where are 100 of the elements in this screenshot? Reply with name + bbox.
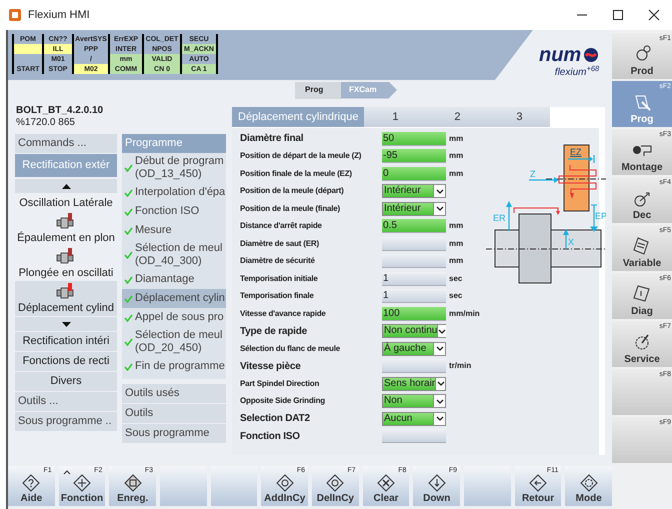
scroll-up-button[interactable] [15,179,117,193]
axis-label: X [568,237,574,247]
key-label: Mode [576,493,602,505]
up-triangle-icon [62,184,70,188]
key-label: Montage [621,162,663,174]
axis-label: ER [492,213,506,223]
field-label: Fonction ISO [240,430,301,444]
command-item[interactable]: Plongée en oscillati [18,265,114,281]
key-label: DelInCy [316,493,354,505]
field-label: Diamètre de sécurité [240,255,316,268]
program-button[interactable]: Outils [122,404,226,423]
input-field[interactable] [382,429,446,444]
field-label: Position de la meule (départ) [240,185,345,198]
input-field[interactable]: 100 [382,306,446,321]
field-label: Distance d'arrêt rapide [240,220,323,232]
step-title: Déplacement cylin [135,292,225,305]
program-header: Programme [122,134,226,153]
program-number: %1720.0 865 [16,117,76,129]
dropdown[interactable]: Aucun [382,412,446,426]
breadcrumb-item[interactable]: Prog [295,82,341,98]
dropdown[interactable]: Sens horair [382,376,446,391]
input-field[interactable] [382,359,446,374]
input-field[interactable]: 0.5 [382,219,446,234]
product-logo-text: flexium$^{+68}$ [554,68,600,78]
step-title: Fonction ISO [135,205,200,218]
down-triangle-icon [62,322,70,326]
command-item[interactable]: Épaulement en plon [17,230,115,246]
field-label: Type de rapide [240,324,308,339]
dropdown[interactable]: Intérieur [382,184,446,198]
command-button[interactable]: Sous programme .. [15,412,117,431]
command-button[interactable]: Fonctions de recti [15,352,117,371]
function-key[interactable]: Mode [565,466,612,506]
field-label: Diamètre final [240,132,304,146]
unit-label: mm [449,150,464,162]
step-detail: (OD_40_300) [135,255,203,268]
window-title: Flexium HMI [28,8,90,23]
input-field[interactable]: 1 [382,289,446,304]
chevron-down-icon [438,328,446,334]
input-field[interactable]: 50 [382,132,446,146]
input-field[interactable] [382,236,446,251]
blank-function-key[interactable] [464,466,511,506]
brand-logo-text: num [539,45,582,65]
down-icon [428,474,446,492]
field-label: Opposite Side Grinding [240,395,326,408]
field-label: Selection DAT2 [240,412,311,426]
dropdown-value: Sens horair [383,378,436,389]
field-label: Position de départ de la meule (Z) [240,150,362,162]
close-icon [648,10,660,20]
dropdown-value: Intérieur [383,186,422,196]
tab[interactable]: 2 [426,107,488,127]
key-label: AddInCy [264,493,306,505]
blank-function-key[interactable] [210,466,258,506]
step-title: Mesure [135,224,172,237]
input-field[interactable]: 1 [382,272,446,286]
command-button[interactable]: Rectification intéri [15,332,117,351]
program-step[interactable]: Déplacement cylin [122,289,226,308]
field-label: Vitesse pièce [240,360,302,374]
unit-label: sec [449,290,462,302]
key-label: Variable [622,258,662,270]
save-icon [124,474,142,492]
input-field[interactable]: -95 [382,149,446,164]
command-button[interactable]: Outils ... [15,392,117,411]
key-label: Aide [20,493,42,505]
command-item[interactable]: Déplacement cylind [18,300,114,316]
step-detail: (OD_13_450) [135,168,203,181]
key-label: Service [624,354,660,366]
dropdown-value: Intérieur [383,204,422,214]
field-label: Temporisation finale [240,290,315,302]
tab[interactable]: 1 [364,107,426,127]
key-label: Prod [630,66,654,78]
dropdown-value: À gauche [383,344,428,354]
dropdown[interactable]: Non [382,394,446,408]
unit-label: sec [449,272,462,285]
tab[interactable]: 3 [488,107,550,127]
scroll-down-button[interactable] [15,317,117,331]
blank-function-key[interactable] [160,466,207,506]
key-label: Retour [522,493,554,505]
input-field[interactable]: 0 [382,166,446,181]
unit-label: tr/min [449,360,472,372]
command-item[interactable]: Oscillation Latérale [19,195,113,211]
chevron-down-icon [436,346,444,352]
command-button[interactable]: Commands ... [15,134,117,153]
command-button[interactable]: Divers [15,372,117,391]
dropdown-value: Non [383,396,404,406]
dropdown[interactable]: À gauche [382,342,446,356]
app-icon [8,8,22,22]
program-button[interactable]: Sous programme [122,424,226,443]
minimize-icon [576,14,588,16]
input-field[interactable] [382,254,446,268]
dropdown[interactable]: Intérieur [382,202,446,216]
key-label: Prog [630,114,654,126]
unit-label: mm [449,220,464,232]
unit-label: mm [449,238,464,250]
help-icon [22,474,40,492]
program-button[interactable]: Outils usés [122,384,226,403]
key-label: Clear [374,493,399,505]
chevron-down-icon [436,206,444,212]
field-label: Diamètre de saut (ER) [240,238,320,250]
axis-label: EZ [570,147,582,157]
dropdown[interactable]: Non continu [382,324,446,338]
